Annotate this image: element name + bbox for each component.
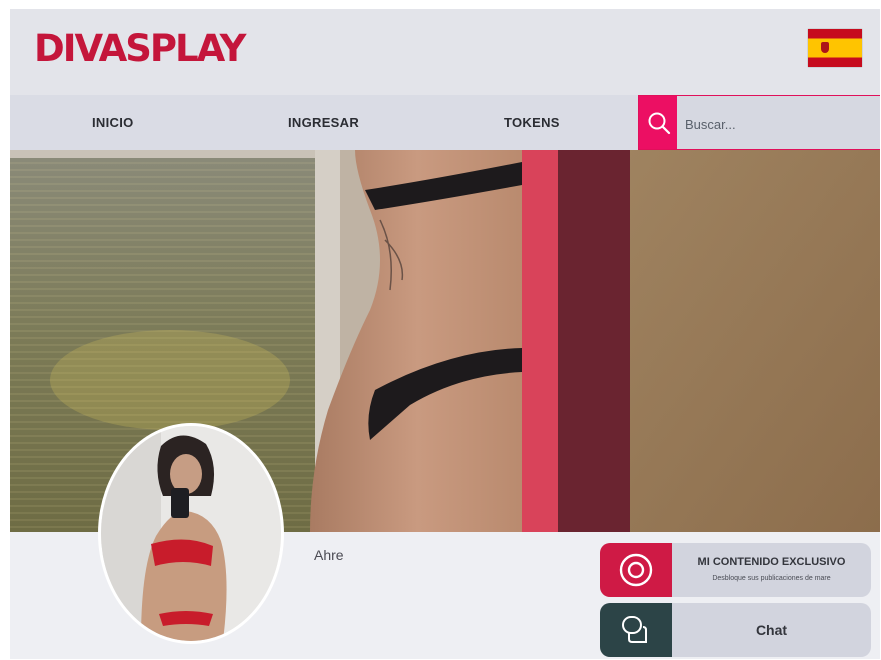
nav-item-tokens[interactable]: TOKENS (504, 95, 560, 150)
exclusive-title: MI CONTENIDO EXCLUSIVO (697, 556, 846, 568)
chat-icon-box (600, 603, 672, 657)
search-icon (648, 112, 671, 135)
site-logo[interactable]: DIVASPLAY (34, 27, 246, 70)
search-box (638, 95, 880, 150)
spain-flag-icon[interactable] (808, 29, 862, 67)
header: DIVASPLAY (10, 9, 880, 95)
exclusive-content-button[interactable]: MI CONTENIDO EXCLUSIVO Desbloque sus pub… (600, 543, 871, 597)
exclusive-subtitle: Desbloque sus publicaciones de mare (712, 575, 831, 582)
nav-item-inicio[interactable]: INICIO (92, 95, 134, 150)
page-frame: DIVASPLAY INICIO INGRESAR TOKENS Buscar.… (10, 9, 880, 659)
nav-item-ingresar[interactable]: INGRESAR (288, 95, 359, 150)
avatar-image (101, 426, 281, 641)
profile-username: Ahre (314, 547, 344, 563)
avatar[interactable] (98, 423, 284, 644)
exclusive-icon-box (600, 543, 672, 597)
eye-icon (619, 553, 653, 587)
flag-crest (821, 42, 829, 53)
chat-icon (622, 616, 647, 643)
search-input[interactable] (683, 111, 867, 137)
search-button[interactable] (639, 96, 677, 149)
chat-label: Chat (755, 622, 788, 638)
chat-button[interactable]: Chat (600, 603, 871, 657)
